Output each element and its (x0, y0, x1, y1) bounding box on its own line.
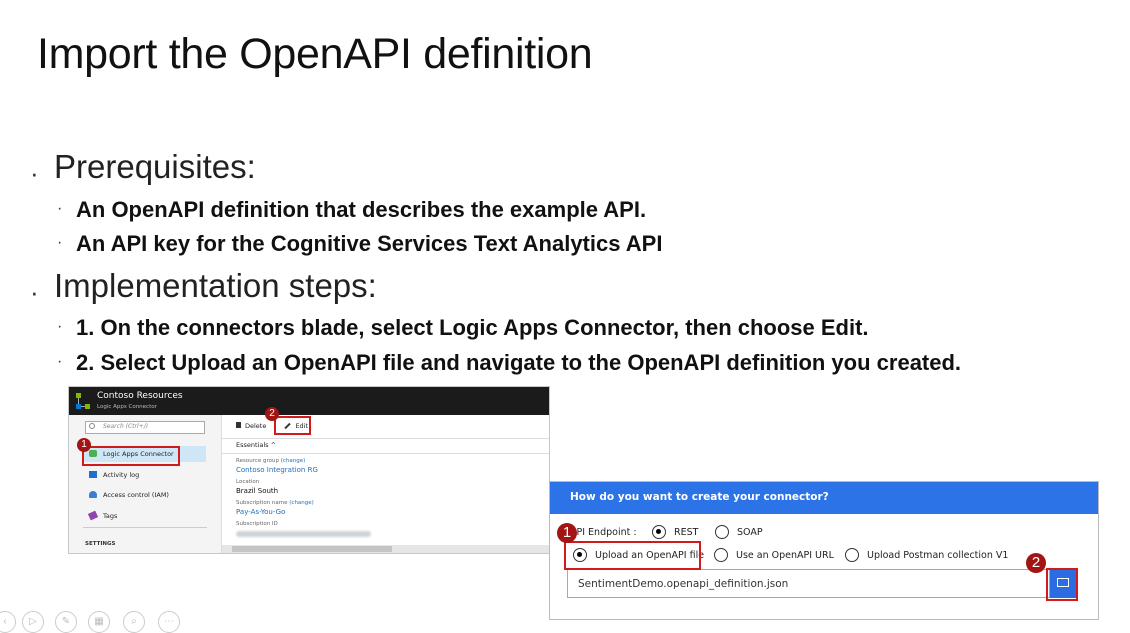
bullet-dot: · (30, 158, 39, 188)
file-input-value: SentimentDemo.openapi_definition.json (578, 578, 789, 590)
step-badge: 1 (557, 523, 577, 543)
users-icon (89, 491, 97, 498)
field-key: Subscription name (change) (236, 500, 314, 506)
field-key: Location (236, 479, 260, 485)
activity-log-icon (89, 471, 97, 478)
rest-label[interactable]: REST (674, 527, 698, 538)
prerequisites-heading: Prerequisites: (54, 148, 256, 185)
search-icon (89, 423, 95, 429)
essentials-divider (222, 453, 549, 454)
resource-group-value[interactable]: Contoso Integration RG (236, 466, 318, 474)
scrollbar-thumb[interactable] (232, 546, 392, 552)
next-slide-icon[interactable]: ▷ (22, 611, 44, 633)
essentials-toggle[interactable]: Essentials ^ (236, 441, 276, 449)
tag-icon (87, 510, 99, 521)
bullet-dot: · (57, 200, 63, 217)
sidebar-item-label: Access control (IAM) (103, 491, 169, 499)
highlight-browse (1046, 568, 1078, 601)
step-badge: 2 (1026, 553, 1046, 573)
trash-icon (236, 422, 241, 428)
prerequisite-item: An API key for the Cognitive Services Te… (76, 231, 663, 256)
search-input[interactable]: Search (Ctrl+/) (85, 421, 205, 434)
slide-title: Import the OpenAPI definition (37, 30, 593, 78)
dialog-header-text: How do you want to create your connector… (570, 491, 829, 503)
implementation-step: 1. On the connectors blade, select Logic… (76, 315, 869, 340)
pen-icon[interactable]: ✎ (55, 611, 77, 633)
essentials-label: Essentials (236, 441, 269, 449)
subscription-name-value[interactable]: Pay-As-You-Go (236, 508, 285, 516)
implementation-heading: Implementation steps: (54, 267, 377, 304)
dialog-header: How do you want to create your connector… (550, 482, 1098, 514)
highlight-edit (274, 416, 311, 435)
logic-app-icon (76, 393, 90, 409)
delete-label: Delete (245, 422, 267, 430)
toolbar-divider (222, 438, 549, 439)
chevron-up-icon: ^ (270, 441, 277, 449)
implementation-step: 2. Select Upload an OpenAPI file and nav… (76, 350, 962, 375)
search-placeholder: Search (Ctrl+/) (103, 423, 149, 430)
portal-header: Contoso Resources Logic Apps Connector (69, 387, 549, 415)
horizontal-scrollbar[interactable] (222, 545, 549, 553)
zoom-icon[interactable]: ⌕ (123, 611, 145, 633)
portal-title: Contoso Resources (97, 391, 183, 401)
field-key-text: Resource group (236, 458, 279, 464)
prev-slide-icon[interactable]: ‹ (0, 611, 16, 633)
prerequisite-item: An OpenAPI definition that describes the… (76, 197, 647, 222)
sidebar-divider (83, 527, 207, 528)
rest-radio[interactable] (652, 525, 666, 539)
sidebar-item-label: Activity log (103, 471, 140, 479)
subscription-id-redacted (236, 531, 371, 537)
highlight-logic-apps-connector (82, 446, 180, 466)
openapi-file-input[interactable]: SentimentDemo.openapi_definition.json (567, 569, 1050, 598)
soap-label[interactable]: SOAP (737, 527, 763, 538)
location-value: Brazil South (236, 487, 279, 495)
postman-radio[interactable] (845, 548, 859, 562)
change-link[interactable]: (change) (281, 458, 306, 464)
slides-grid-icon[interactable]: ▦ (88, 611, 110, 633)
highlight-upload-openapi (564, 541, 701, 570)
portal-subtitle: Logic Apps Connector (97, 404, 157, 410)
bullet-dot: · (57, 318, 63, 335)
delete-button[interactable]: Delete (236, 422, 266, 430)
openapi-url-label[interactable]: Use an OpenAPI URL (736, 550, 834, 561)
portal-main: Delete Edit Essentials ^ Resource group … (222, 415, 549, 553)
step-badge: 1 (77, 438, 91, 452)
field-key: Resource group (change) (236, 458, 305, 464)
bullet-dot: · (30, 277, 39, 307)
change-link[interactable]: (change) (289, 500, 314, 506)
api-endpoint-label: API Endpoint : (570, 527, 637, 538)
portal-screenshot: Contoso Resources Logic Apps Connector S… (68, 386, 550, 554)
soap-radio[interactable] (715, 525, 729, 539)
openapi-url-radio[interactable] (714, 548, 728, 562)
bullet-dot: · (57, 234, 63, 251)
more-options-icon[interactable]: ⋯ (158, 611, 180, 633)
field-key-text: Subscription name (236, 500, 288, 506)
bullet-dot: · (57, 353, 63, 370)
settings-section-label: SETTINGS (85, 541, 116, 547)
field-key: Subscription ID (236, 521, 278, 527)
postman-label[interactable]: Upload Postman collection V1 (867, 550, 1008, 561)
sidebar-item-label: Tags (103, 512, 118, 520)
portal-sidebar: Search (Ctrl+/) Logic Apps Connector Act… (69, 415, 222, 553)
step-badge: 2 (265, 407, 279, 421)
